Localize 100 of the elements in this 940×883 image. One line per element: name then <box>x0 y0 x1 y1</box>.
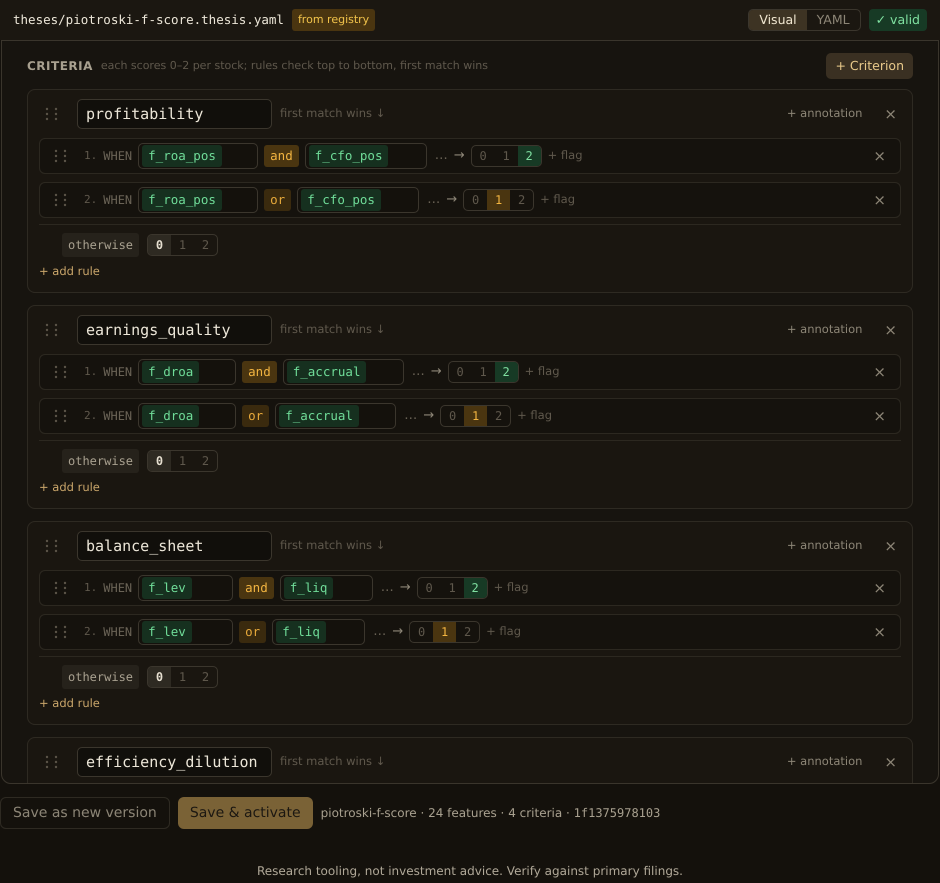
score-option[interactable]: 1 <box>440 578 464 598</box>
more-button[interactable]: … <box>427 190 440 210</box>
operator-chip[interactable]: and <box>239 576 274 600</box>
close-button[interactable]: × <box>884 318 897 342</box>
drag-handle-icon[interactable] <box>45 323 59 337</box>
condition-field[interactable]: f_accrual <box>282 359 404 385</box>
close-button[interactable]: × <box>884 102 897 126</box>
more-button[interactable]: … <box>404 406 418 426</box>
operator-chip[interactable]: or <box>242 404 270 428</box>
view-tab[interactable]: YAML <box>806 10 860 30</box>
drag-handle-icon[interactable] <box>45 539 59 553</box>
criterion-name-field[interactable]: earnings_quality <box>77 315 272 345</box>
operator-chip[interactable]: or <box>264 188 292 212</box>
operator-chip[interactable]: and <box>242 360 277 384</box>
condition-field[interactable]: f_roa_pos <box>138 187 258 213</box>
close-button[interactable]: × <box>884 750 897 774</box>
score-option[interactable]: 2 <box>518 146 541 166</box>
feature-chip: f_accrual <box>279 404 359 428</box>
score-option[interactable]: 2 <box>487 406 510 426</box>
close-button[interactable]: × <box>873 360 886 384</box>
drag-handle-icon[interactable] <box>54 149 68 163</box>
score-option[interactable]: 0 <box>448 362 472 382</box>
criterion-name-field[interactable]: efficiency_dilution <box>77 747 272 777</box>
save-version-button[interactable]: Save as new version <box>0 797 170 829</box>
feature-chip: f_lev <box>142 576 192 600</box>
drag-handle-icon[interactable] <box>54 409 68 423</box>
drag-handle-icon[interactable] <box>45 107 59 121</box>
drag-handle-icon[interactable] <box>54 193 68 207</box>
more-button[interactable]: … <box>373 622 386 642</box>
score-option[interactable]: 0 <box>148 451 172 471</box>
add-annotation-button[interactable]: + annotation <box>786 537 862 555</box>
score-option[interactable]: 1 <box>472 362 495 382</box>
add-flag-button[interactable]: + flag <box>540 191 576 209</box>
feature-chip: f_cfo_pos <box>308 144 388 168</box>
score-option[interactable]: 2 <box>194 451 218 471</box>
view-tab[interactable]: Visual <box>749 10 807 30</box>
close-button[interactable]: × <box>873 620 886 644</box>
arrow-label: → <box>454 147 465 166</box>
score-option[interactable]: 2 <box>194 235 218 255</box>
score-option[interactable]: 1 <box>433 622 456 642</box>
add-annotation-button[interactable]: + annotation <box>786 753 862 771</box>
score-option[interactable]: 2 <box>456 622 480 642</box>
feature-chip: f_cfo_pos <box>301 188 381 212</box>
condition-field[interactable]: f_cfo_pos <box>297 187 420 213</box>
close-button[interactable]: × <box>873 188 886 212</box>
more-button[interactable]: … <box>434 146 448 166</box>
close-button[interactable]: × <box>873 404 886 428</box>
score-option[interactable]: 2 <box>494 362 518 382</box>
save-activate-button[interactable]: Save & activate <box>178 797 313 829</box>
status-badge: ✓ valid <box>868 8 927 32</box>
score-option[interactable]: 0 <box>472 146 495 166</box>
score-option[interactable]: 0 <box>410 622 434 642</box>
condition-field[interactable]: f_cfo_pos <box>304 143 427 169</box>
add-rule-button[interactable]: + add rule <box>39 263 100 280</box>
add-flag-button[interactable]: + flag <box>517 407 552 425</box>
score-option[interactable]: 0 <box>441 406 464 426</box>
operator-chip[interactable]: or <box>239 620 266 644</box>
operator-chip[interactable]: and <box>264 144 299 168</box>
add-rule-button[interactable]: + add rule <box>39 479 100 496</box>
score-option[interactable]: 2 <box>464 578 487 598</box>
condition-field[interactable]: f_liq <box>280 575 373 601</box>
add-rule-button[interactable]: + add rule <box>39 695 100 712</box>
close-button[interactable]: × <box>884 534 897 558</box>
close-button[interactable]: × <box>873 144 886 168</box>
condition-field[interactable]: f_lev <box>138 575 234 601</box>
score-option[interactable]: 0 <box>148 667 172 687</box>
add-criterion-button[interactable]: + Criterion <box>826 52 913 80</box>
score-option[interactable]: 0 <box>464 190 488 210</box>
drag-handle-icon[interactable] <box>45 755 59 769</box>
add-flag-button[interactable]: + flag <box>494 579 529 597</box>
score-option[interactable]: 0 <box>148 235 172 255</box>
add-flag-button[interactable]: + flag <box>524 363 560 381</box>
condition-field[interactable]: f_liq <box>272 619 366 645</box>
close-button[interactable]: × <box>873 576 886 600</box>
condition-field[interactable]: f_accrual <box>275 403 396 429</box>
add-flag-button[interactable]: + flag <box>548 147 583 165</box>
drag-handle-icon[interactable] <box>54 365 68 379</box>
score-option[interactable]: 2 <box>194 667 218 687</box>
when-label: WHEN <box>103 580 132 597</box>
add-flag-button[interactable]: + flag <box>486 623 522 641</box>
condition-field[interactable]: f_roa_pos <box>138 143 258 169</box>
score-option[interactable]: 0 <box>418 578 441 598</box>
condition-field[interactable]: f_lev <box>138 619 234 645</box>
add-annotation-button[interactable]: + annotation <box>786 321 862 339</box>
score-option[interactable]: 1 <box>487 190 510 210</box>
score-option[interactable]: 1 <box>171 451 194 471</box>
condition-field[interactable]: f_droa <box>138 359 236 385</box>
more-button[interactable]: … <box>380 578 394 598</box>
drag-handle-icon[interactable] <box>54 581 68 595</box>
criterion-name-field[interactable]: balance_sheet <box>77 531 272 561</box>
score-option[interactable]: 1 <box>494 146 518 166</box>
score-option[interactable]: 1 <box>171 235 194 255</box>
criterion-name-field[interactable]: profitability <box>77 99 272 129</box>
score-option[interactable]: 2 <box>510 190 534 210</box>
more-button[interactable]: … <box>412 362 425 382</box>
condition-field[interactable]: f_droa <box>138 403 236 429</box>
drag-handle-icon[interactable] <box>54 625 68 639</box>
add-annotation-button[interactable]: + annotation <box>786 105 862 123</box>
score-option[interactable]: 1 <box>464 406 488 426</box>
score-option[interactable]: 1 <box>171 667 194 687</box>
